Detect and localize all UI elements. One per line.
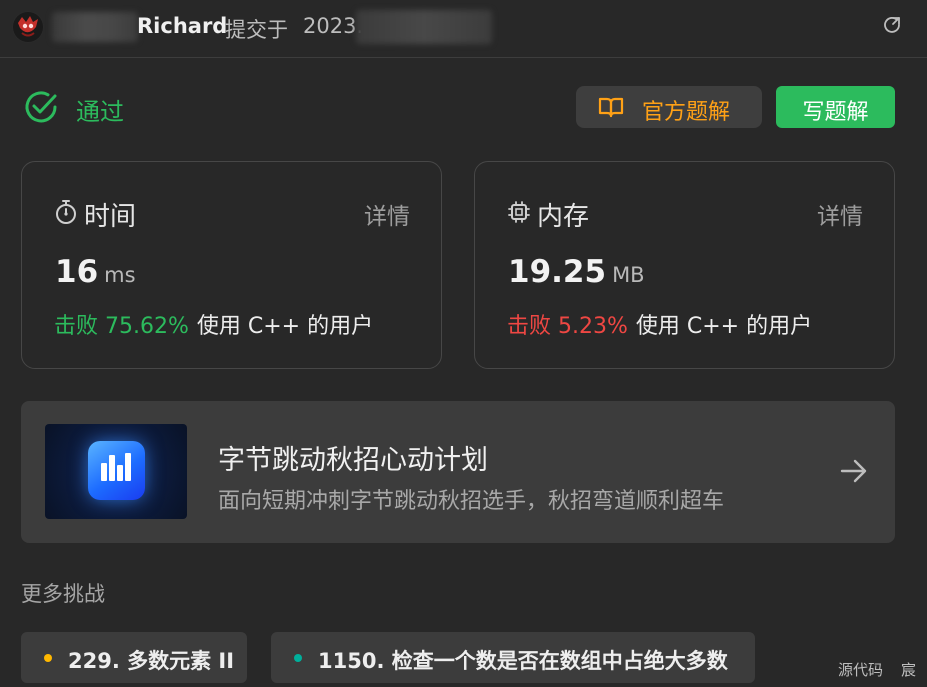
footer-extra-text: 宸: [901, 661, 917, 679]
challenge-item[interactable]: 1150. 检查一个数是否在数组中占绝大多数: [271, 632, 755, 683]
challenge-item-label: 1150. 检查一个数是否在数组中占绝大多数: [318, 649, 728, 673]
source-code-link[interactable]: 源代码: [838, 659, 883, 680]
write-solution-button[interactable]: 写题解: [776, 86, 895, 128]
avatar[interactable]: [12, 11, 44, 43]
runtime-card: 时间 详情 16 ms 击败 75.62% 使用 C++ 的用户: [21, 161, 442, 369]
memory-beat-row: 击败 5.23% 使用 C++ 的用户: [507, 308, 812, 340]
memory-beat-percent: 击败 5.23%: [507, 314, 628, 339]
bytedance-logo-icon: [88, 441, 145, 500]
memory-value-row: 19.25 MB: [508, 254, 645, 290]
more-challenges-title: 更多挑战: [21, 582, 105, 606]
status-label: 通过: [76, 98, 124, 126]
submitted-label: 提交于: [225, 18, 288, 42]
submit-date: 2023.: [303, 14, 364, 38]
challenge-item-label: 229. 多数元素 II: [68, 649, 235, 673]
arrow-right-icon[interactable]: [839, 458, 869, 484]
runtime-beat-row: 击败 75.62% 使用 C++ 的用户: [54, 308, 373, 340]
promo-banner-description: 面向短期冲刺字节跳动秋招选手，秋招弯道顺利超车: [218, 489, 725, 514]
chip-icon: [507, 199, 531, 225]
promo-banner-image: [45, 424, 187, 519]
runtime-beat-desc: 使用 C++ 的用户: [196, 314, 374, 339]
promo-banner-title: 字节跳动秋招心动计划: [218, 445, 488, 476]
official-solution-button[interactable]: 官方题解: [576, 86, 762, 128]
official-solution-label: 官方题解: [642, 100, 731, 125]
runtime-value-row: 16 ms: [55, 254, 136, 290]
runtime-unit: ms: [104, 263, 136, 287]
challenge-item[interactable]: 229. 多数元素 II: [21, 632, 247, 683]
check-circle-icon: [22, 88, 60, 126]
difficulty-medium-dot: [44, 654, 52, 662]
memory-title: 内存: [537, 202, 590, 232]
submission-header: Richard 提交于 2023.: [0, 0, 927, 58]
share-icon[interactable]: [882, 15, 902, 35]
stopwatch-icon: [54, 199, 78, 225]
author-name[interactable]: Richard: [137, 14, 227, 38]
runtime-title: 时间: [84, 202, 137, 232]
book-icon: [598, 95, 624, 119]
memory-unit: MB: [612, 263, 645, 287]
memory-detail-link[interactable]: 详情: [817, 197, 863, 231]
write-solution-label: 写题解: [802, 100, 869, 125]
redacted-username: [52, 12, 138, 42]
redacted-date: [356, 10, 492, 44]
promo-banner[interactable]: 字节跳动秋招心动计划 面向短期冲刺字节跳动秋招选手，秋招弯道顺利超车: [21, 401, 895, 543]
runtime-beat-percent: 击败 75.62%: [54, 314, 189, 339]
memory-beat-desc: 使用 C++ 的用户: [635, 314, 813, 339]
runtime-value: 16: [55, 254, 99, 290]
memory-card: 内存 详情 19.25 MB 击败 5.23% 使用 C++ 的用户: [474, 161, 895, 369]
runtime-detail-link[interactable]: 详情: [364, 197, 410, 231]
difficulty-easy-dot: [294, 654, 302, 662]
memory-value: 19.25: [508, 254, 607, 290]
